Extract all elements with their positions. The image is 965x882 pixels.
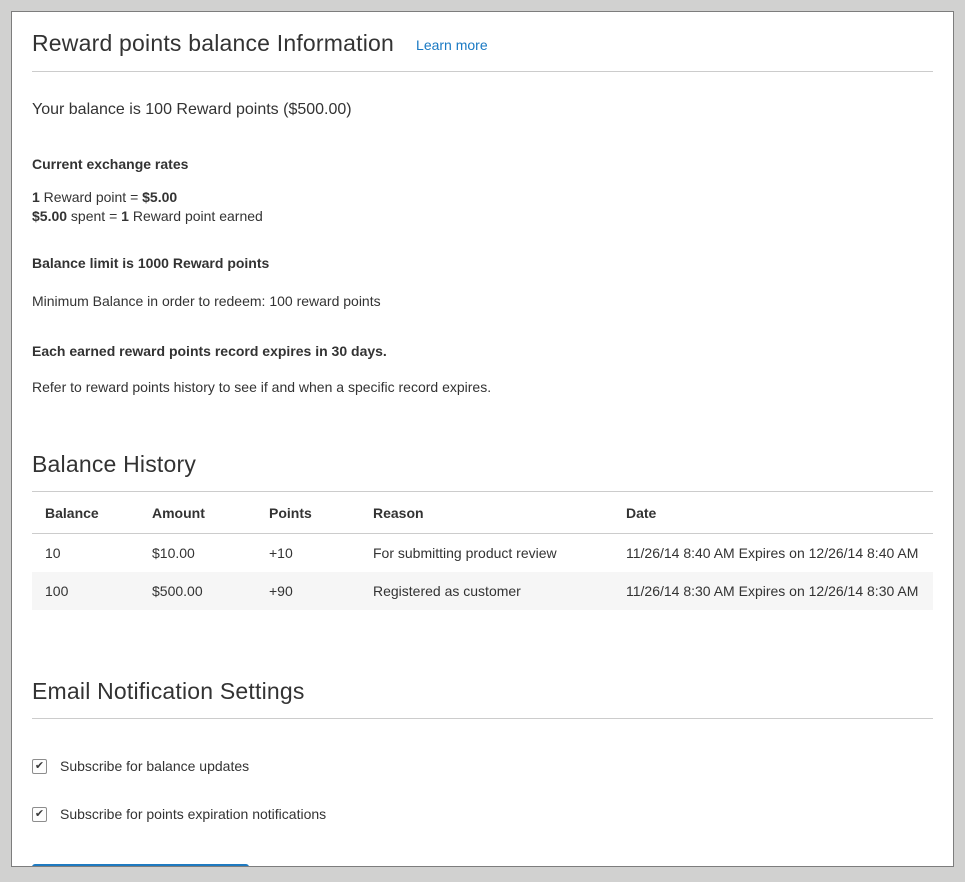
balance-history-heading: Balance History [32, 449, 933, 479]
points-expiration-option: ✔ Subscribe for points expiration notifi… [32, 806, 933, 822]
points-expiration-label[interactable]: Subscribe for points expiration notifica… [60, 806, 326, 822]
balance-updates-checkbox[interactable]: ✔ [32, 759, 47, 774]
earn-text2: Reward point earned [129, 208, 263, 224]
exchange-rates: 1 Reward point = $5.00 $5.00 spent = 1 R… [32, 188, 933, 226]
cell-reason: Registered as customer [360, 572, 613, 610]
page-title: Reward points balance Information [32, 27, 394, 59]
column-header-reason: Reason [360, 492, 613, 534]
earn-text1: spent = [67, 208, 121, 224]
earn-points: 1 [121, 208, 129, 224]
cell-points: +90 [256, 572, 360, 610]
table-row: 100 $500.00 +90 Registered as customer 1… [32, 572, 933, 610]
balance-history-table: Balance Amount Points Reason Date 10 $10… [32, 491, 933, 610]
section-divider [32, 718, 933, 719]
rate-value: $5.00 [142, 189, 177, 205]
cell-amount: $10.00 [139, 534, 256, 573]
reward-points-panel: Reward points balance Information Learn … [11, 11, 954, 867]
cell-date: 11/26/14 8:30 AM Expires on 12/26/14 8:3… [613, 572, 933, 610]
earn-value: $5.00 [32, 208, 67, 224]
expiry-notice: Each earned reward points record expires… [32, 342, 933, 361]
minimum-balance-notice: Minimum Balance in order to redeem: 100 … [32, 292, 933, 311]
expiry-note: Refer to reward points history to see if… [32, 378, 933, 397]
save-subscription-settings-button[interactable]: Save Subscription Settings [32, 864, 249, 867]
rate-points: 1 [32, 189, 40, 205]
page-header: Reward points balance Information Learn … [32, 12, 933, 72]
balance-updates-option: ✔ Subscribe for balance updates [32, 758, 933, 774]
column-header-balance: Balance [32, 492, 139, 534]
table-row: 10 $10.00 +10 For submitting product rev… [32, 534, 933, 573]
email-notification-heading: Email Notification Settings [32, 676, 933, 706]
balance-updates-label[interactable]: Subscribe for balance updates [60, 758, 249, 774]
cell-points: +10 [256, 534, 360, 573]
learn-more-link[interactable]: Learn more [416, 37, 488, 53]
rate-text: Reward point = [40, 189, 142, 205]
column-header-amount: Amount [139, 492, 256, 534]
cell-amount: $500.00 [139, 572, 256, 610]
points-expiration-checkbox[interactable]: ✔ [32, 807, 47, 822]
column-header-date: Date [613, 492, 933, 534]
cell-reason: For submitting product review [360, 534, 613, 573]
cell-balance: 100 [32, 572, 139, 610]
balance-limit-notice: Balance limit is 1000 Reward points [32, 254, 933, 273]
cell-balance: 10 [32, 534, 139, 573]
column-header-points: Points [256, 492, 360, 534]
table-header-row: Balance Amount Points Reason Date [32, 492, 933, 534]
exchange-rates-heading: Current exchange rates [32, 155, 933, 174]
cell-date: 11/26/14 8:40 AM Expires on 12/26/14 8:4… [613, 534, 933, 573]
balance-message: Your balance is 100 Reward points ($500.… [32, 99, 933, 121]
